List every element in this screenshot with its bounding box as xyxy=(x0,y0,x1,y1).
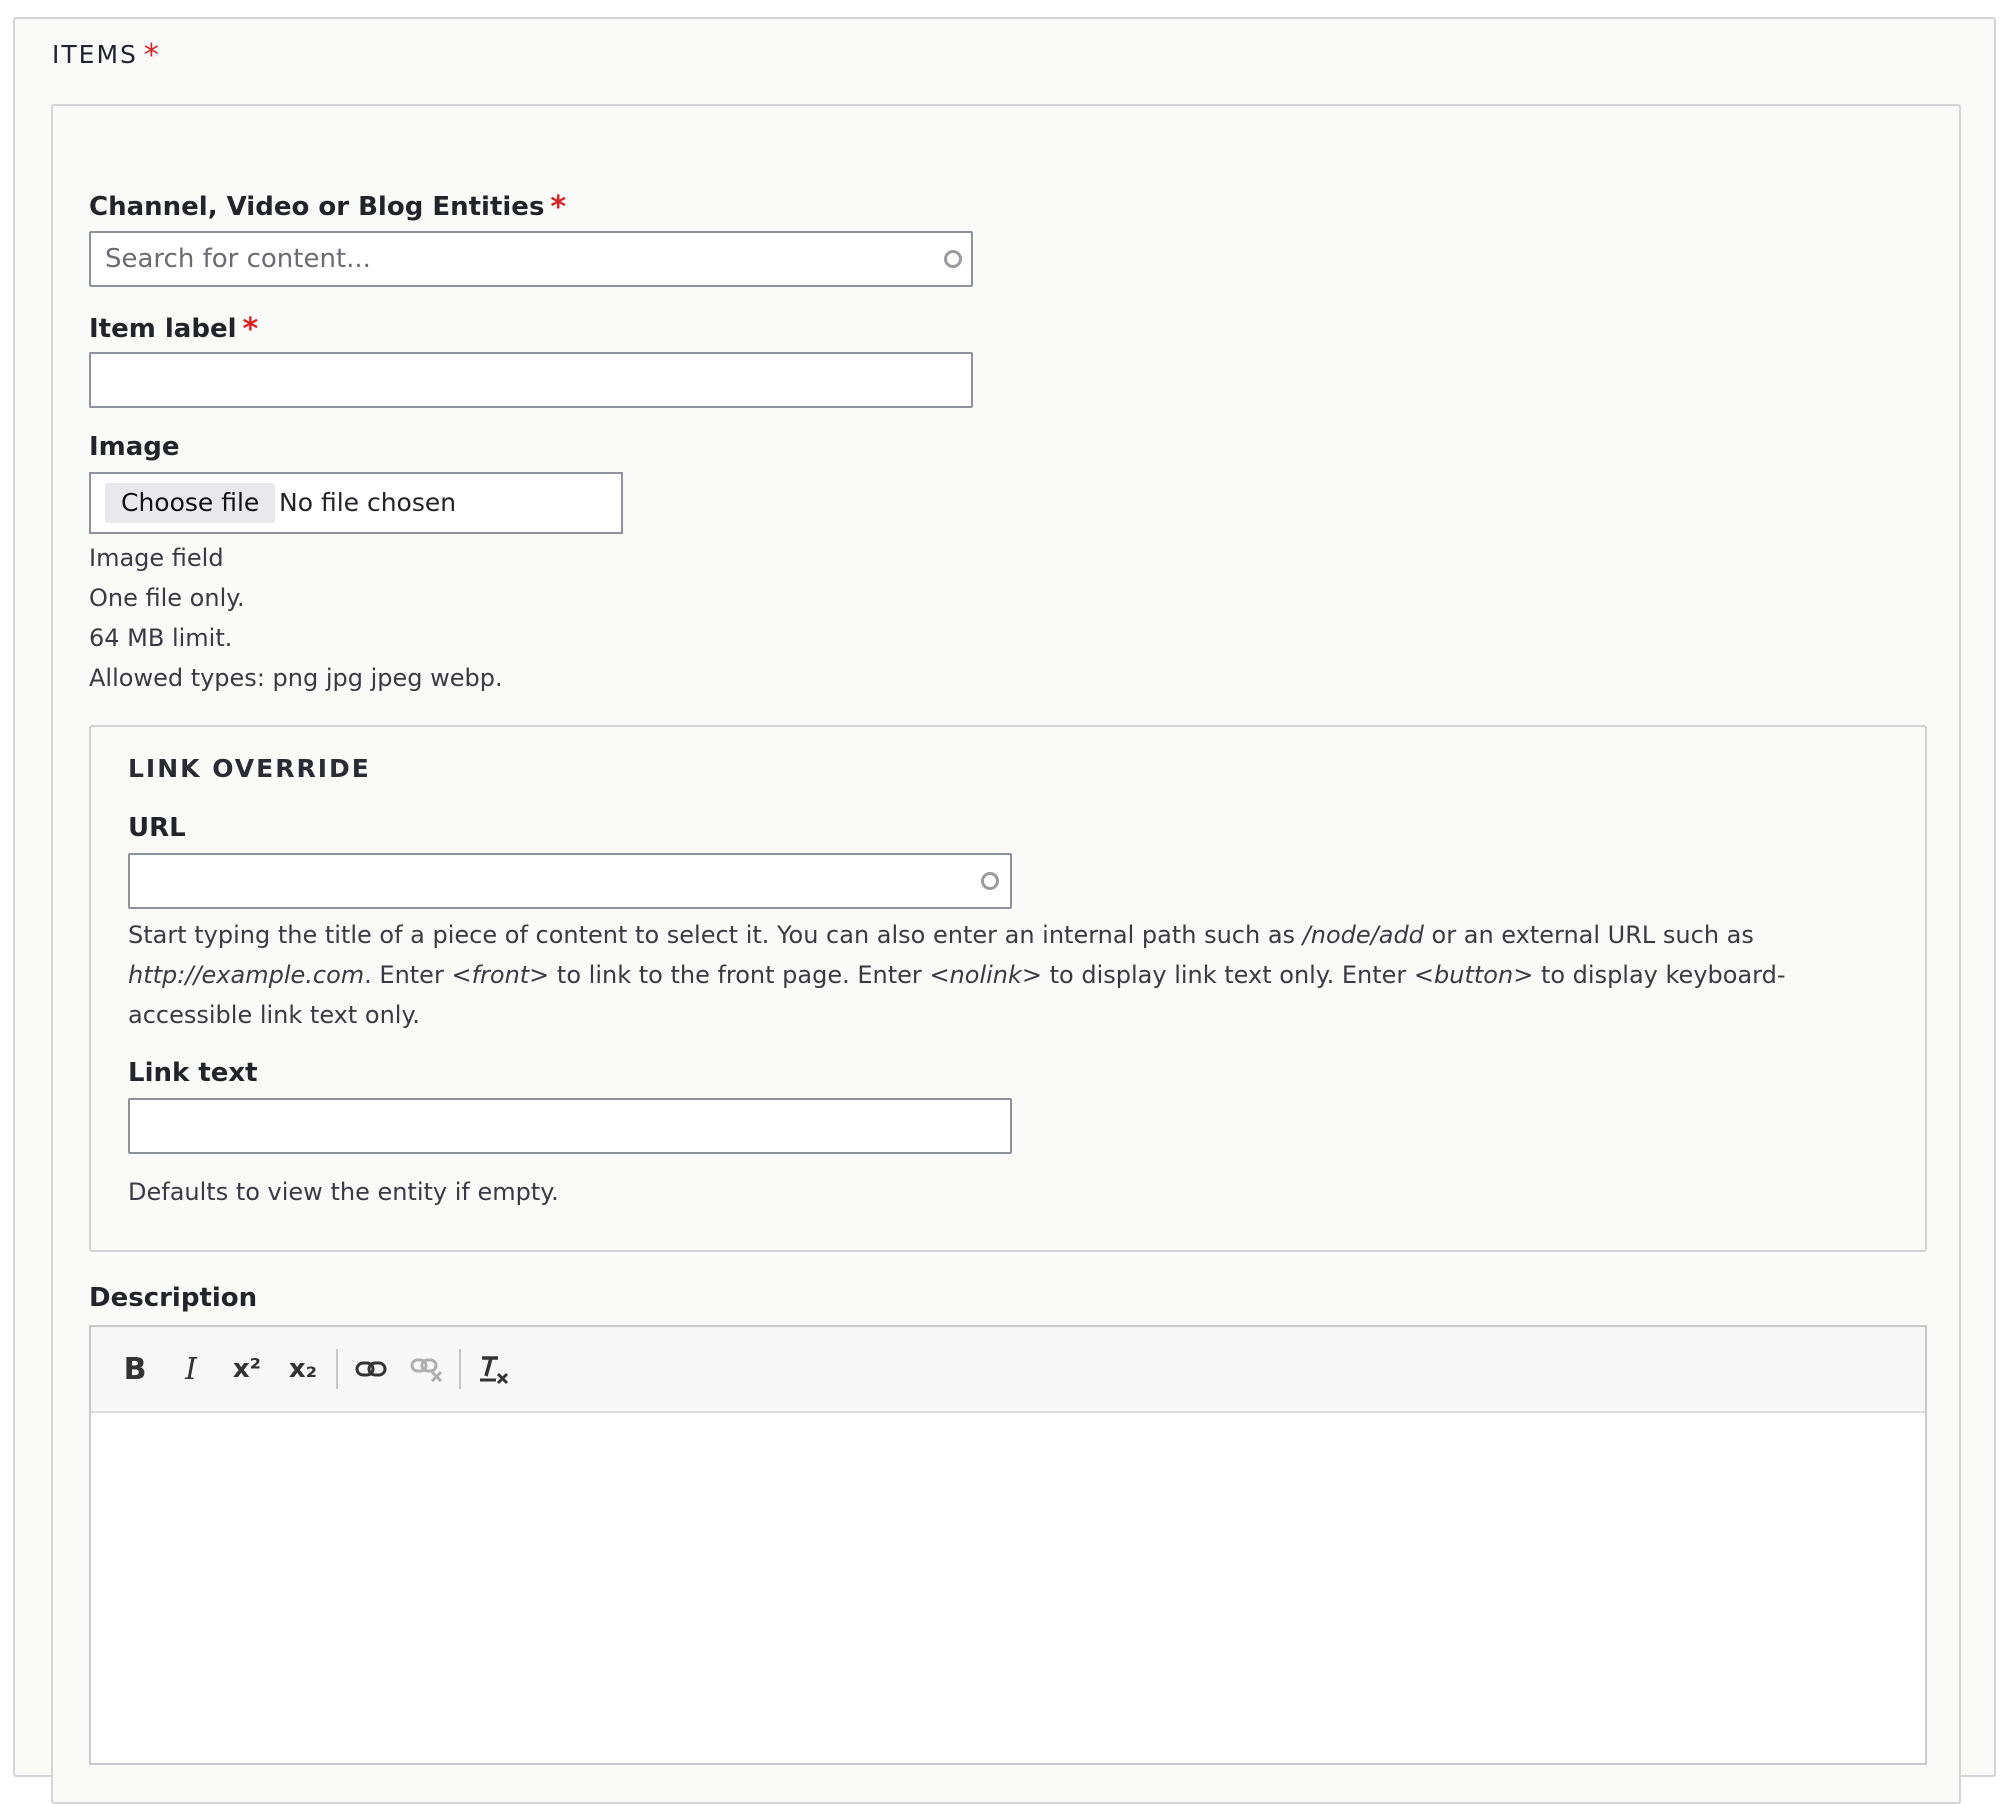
subscript-button[interactable]: x₂ xyxy=(281,1347,325,1391)
image-label: Image xyxy=(89,432,180,462)
link-icon xyxy=(355,1361,387,1377)
italic-icon: I xyxy=(185,1351,197,1387)
unlink-button[interactable] xyxy=(405,1347,449,1391)
editor-toolbar: B I x² x₂ xyxy=(91,1327,1925,1413)
superscript-button[interactable]: x² xyxy=(225,1347,269,1391)
file-status: No file chosen xyxy=(279,488,457,517)
image-description-allowed-types: Allowed types: png jpg jpeg webp. xyxy=(89,664,503,692)
items-legend: ITEMS * xyxy=(52,38,161,73)
url-autocomplete-throbber-icon xyxy=(981,872,999,890)
autocomplete-throbber-icon xyxy=(944,250,962,268)
description-editor: B I x² x₂ xyxy=(89,1325,1927,1765)
link-button[interactable] xyxy=(349,1347,393,1391)
help-text-segment: to display link text only. Enter xyxy=(1042,961,1414,989)
link-text-help: Defaults to view the entity if empty. xyxy=(128,1178,559,1206)
unlink-icon xyxy=(410,1358,443,1382)
entities-autocomplete-input[interactable] xyxy=(89,231,973,287)
superscript-icon: x² xyxy=(232,1354,262,1384)
subscript-icon: x₂ xyxy=(288,1354,318,1384)
item-label-input[interactable] xyxy=(89,352,973,408)
help-text-segment: or an external URL such as xyxy=(1423,921,1754,949)
link-override-legend: LINK OVERRIDE xyxy=(128,754,371,783)
bold-icon: B xyxy=(123,1351,147,1387)
description-editor-area[interactable] xyxy=(91,1413,1925,1763)
help-text-example: <button> xyxy=(1413,961,1534,989)
description-label: Description xyxy=(89,1283,258,1313)
italic-button[interactable]: I xyxy=(169,1347,213,1391)
image-description-size-limit: 64 MB limit. xyxy=(89,624,233,652)
help-text-segment: Start typing the title of a piece of con… xyxy=(128,921,1303,949)
required-marker: * xyxy=(550,190,567,225)
required-marker: * xyxy=(242,312,259,347)
url-help-text: Start typing the title of a piece of con… xyxy=(128,915,1908,1035)
link-text-input[interactable] xyxy=(128,1098,1012,1154)
help-text-example: /node/add xyxy=(1302,921,1424,949)
remove-format-icon xyxy=(480,1356,509,1385)
image-description-file-count: One file only. xyxy=(89,584,245,612)
entities-label: Channel, Video or Blog Entities * xyxy=(89,190,566,225)
help-text-segment: to link to the front page. Enter xyxy=(549,961,930,989)
url-input[interactable] xyxy=(128,853,1012,909)
help-text-example: <nolink> xyxy=(929,961,1042,989)
image-file-input[interactable]: Choose file No file chosen xyxy=(89,472,623,534)
item-label-label: Item label * xyxy=(89,312,258,347)
url-label: URL xyxy=(128,813,186,843)
image-description-field-name: Image field xyxy=(89,544,224,572)
help-text-segment: . Enter xyxy=(364,961,452,989)
entities-label-text: Channel, Video or Blog Entities xyxy=(89,192,545,222)
toolbar-separator xyxy=(459,1349,461,1389)
toolbar-separator xyxy=(336,1349,338,1389)
link-text-label: Link text xyxy=(128,1058,258,1088)
items-legend-text: ITEMS xyxy=(52,40,138,69)
bold-button[interactable]: B xyxy=(113,1347,157,1391)
remove-format-button[interactable] xyxy=(471,1347,515,1391)
choose-file-button[interactable]: Choose file xyxy=(105,483,276,523)
help-text-example: http://example.com xyxy=(128,961,365,989)
help-text-example: <front> xyxy=(451,961,550,989)
item-label-label-text: Item label xyxy=(89,314,237,344)
required-marker: * xyxy=(143,38,161,73)
